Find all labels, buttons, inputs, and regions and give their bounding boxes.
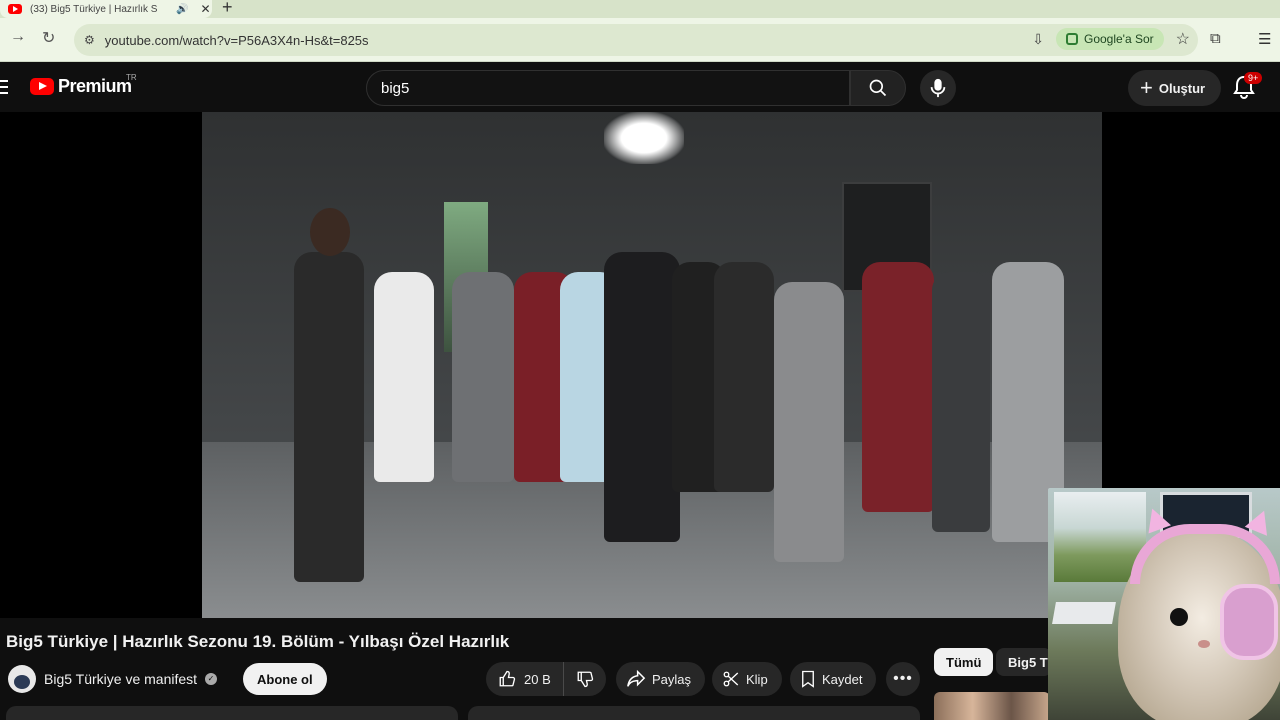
like-count: 20 B	[524, 671, 551, 687]
install-app-icon[interactable]: ⇩	[1032, 31, 1044, 48]
webcam-overlay	[1048, 488, 1280, 720]
voice-search-button[interactable]	[920, 70, 956, 106]
chip-all[interactable]: Tümü	[934, 648, 994, 676]
search-button[interactable]	[850, 70, 906, 106]
video-person	[374, 272, 434, 482]
site-info-icon[interactable]: ⚙	[84, 33, 95, 47]
youtube-logo[interactable]: Premium	[30, 76, 132, 97]
video-frame[interactable]	[202, 112, 1102, 618]
google-lens-icon	[1065, 33, 1078, 45]
verified-icon: ✓	[205, 673, 218, 685]
forward-icon[interactable]: →	[10, 28, 26, 46]
video-person	[294, 252, 364, 582]
browser-tab[interactable]: (33) Big5 Türkiye | Hazırlık S 🔊 ✕	[0, 0, 212, 18]
hamster-nose	[1198, 640, 1210, 648]
search-value: big5	[381, 79, 410, 97]
ask-google-button[interactable]: Google'a Sor	[1055, 28, 1164, 50]
create-label: Oluştur	[1158, 80, 1206, 96]
thumbs-down-icon	[577, 671, 593, 688]
save-button[interactable]: Kaydet	[790, 662, 877, 696]
description-card[interactable]	[6, 706, 458, 720]
tab-title: (33) Big5 Türkiye | Hazırlık S	[30, 3, 158, 15]
video-title: Big5 Türkiye | Hazırlık Sezonu 19. Bölüm…	[6, 632, 510, 651]
subscribe-button[interactable]: Abone ol	[243, 663, 327, 695]
url-text[interactable]: youtube.com/watch?v=P56A3X4n-Hs&t=825s	[105, 33, 369, 48]
video-person	[452, 272, 514, 482]
more-actions-button[interactable]: •••	[886, 662, 920, 696]
logo-text: Premium	[58, 76, 132, 96]
channel-info: Big5 Türkiye ve manifest ✓	[8, 664, 218, 694]
mic-icon	[930, 78, 946, 98]
speaker-icon[interactable]: 🔊	[176, 4, 188, 15]
like-button[interactable]: 20 B	[486, 662, 564, 696]
address-bar[interactable]: ⚙ youtube.com/watch?v=P56A3X4n-Hs&t=825s…	[74, 24, 1198, 56]
share-label: Paylaş	[652, 671, 692, 687]
chip-big5[interactable]: Big5 Türkiye	[996, 648, 1052, 676]
close-tab-icon[interactable]: ✕	[200, 2, 210, 16]
like-dislike-group: 20 B	[486, 662, 606, 696]
youtube-favicon-icon	[8, 4, 22, 14]
recommended-video-thumbnail[interactable]	[934, 692, 1050, 720]
channel-avatar[interactable]	[8, 665, 36, 693]
browser-tab-strip: (33) Big5 Türkiye | Hazırlık S 🔊 ✕ +	[0, 0, 1280, 18]
region-code: TR	[126, 73, 137, 82]
clip-label: Klip	[746, 671, 768, 687]
thumbs-up-icon	[499, 670, 516, 687]
scissors-icon	[723, 671, 739, 687]
create-button[interactable]: + Oluştur	[1128, 70, 1222, 106]
save-label: Kaydet	[822, 671, 863, 687]
share-button[interactable]: Paylaş	[616, 662, 706, 696]
youtube-header: Premium TR big5 + Oluştur 9+	[0, 62, 1280, 112]
video-person	[862, 262, 934, 512]
youtube-play-icon	[30, 78, 54, 95]
tab-search-icon[interactable]: ☰	[1258, 30, 1271, 48]
video-person	[714, 262, 774, 492]
hamburger-icon[interactable]	[0, 80, 8, 94]
extensions-icon[interactable]: ⧉	[1210, 30, 1221, 47]
dislike-button[interactable]	[564, 670, 606, 688]
share-icon	[627, 670, 646, 687]
more-icon: •••	[893, 670, 913, 687]
video-lamp	[604, 112, 684, 164]
search-icon	[869, 79, 887, 97]
clip-button[interactable]: Klip	[712, 662, 782, 696]
comments-card[interactable]	[468, 706, 920, 720]
browser-toolbar: → ↻ ⚙ youtube.com/watch?v=P56A3X4n-Hs&t=…	[0, 18, 1280, 62]
video-person	[604, 252, 680, 542]
ask-google-label: Google'a Sor	[1083, 32, 1154, 46]
channel-name[interactable]: Big5 Türkiye ve manifest	[44, 671, 197, 687]
search-input[interactable]: big5	[366, 70, 850, 106]
bookmark-star-icon[interactable]: ☆	[1176, 29, 1190, 49]
headphone-ear-cup	[1220, 584, 1278, 660]
webcam-keyboard	[1052, 602, 1116, 624]
hamster-eye	[1170, 608, 1188, 626]
headphone-band	[1130, 524, 1280, 584]
bookmark-icon	[802, 670, 814, 688]
new-tab-button[interactable]: +	[222, 0, 233, 18]
video-person-head	[310, 208, 350, 256]
video-person	[932, 272, 990, 532]
reload-icon[interactable]: ↻	[42, 28, 55, 48]
plus-icon: +	[1140, 75, 1153, 100]
video-person	[774, 282, 844, 562]
notification-badge: 9+	[1244, 72, 1263, 84]
